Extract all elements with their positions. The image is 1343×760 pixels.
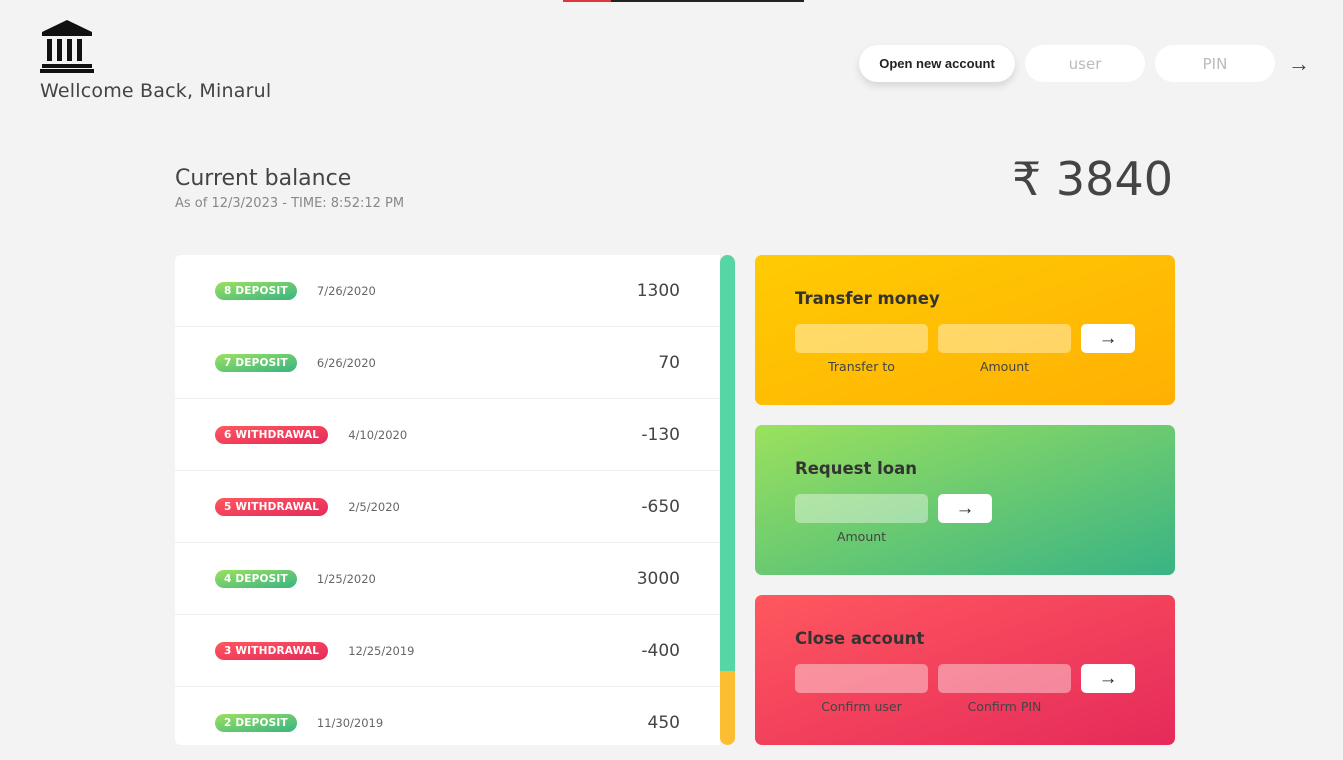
movement-row: 2 DEPOSIT 11/30/2019 450 bbox=[175, 687, 720, 745]
movement-date: 1/25/2020 bbox=[316, 571, 376, 586]
movement-row: 5 WITHDRAWAL 2/5/2020 -650 bbox=[175, 471, 720, 543]
balance-label: Current balance bbox=[175, 166, 352, 191]
movement-type-badge: 8 DEPOSIT bbox=[215, 281, 297, 300]
login-button[interactable]: → bbox=[1285, 51, 1313, 77]
transfer-to-label: Transfer to bbox=[828, 359, 895, 374]
loan-form: → Amount bbox=[795, 494, 1135, 544]
movement-type-badge: 7 DEPOSIT bbox=[215, 353, 297, 372]
movements-list[interactable]: 8 DEPOSIT 7/26/2020 1300 7 DEPOSIT 6/26/2020… bbox=[175, 255, 720, 745]
movement-value: 70 bbox=[658, 352, 680, 373]
top-strip-track bbox=[611, 0, 804, 2]
movement-value: 3000 bbox=[636, 568, 680, 589]
close-pin-input[interactable] bbox=[938, 664, 1071, 693]
movement-date: 6/26/2020 bbox=[316, 355, 376, 370]
movement-value: -130 bbox=[641, 424, 680, 445]
movement-date: 2/5/2020 bbox=[348, 499, 400, 514]
close-user-input[interactable] bbox=[795, 664, 928, 693]
movement-row: 8 DEPOSIT 7/26/2020 1300 bbox=[175, 255, 720, 327]
login-bar: Open new account → bbox=[859, 45, 1313, 82]
close-submit-button[interactable]: → bbox=[1081, 664, 1135, 693]
bank-app: Wellcome Back, Minarul Open new account … bbox=[0, 0, 1343, 760]
bank-icon bbox=[40, 20, 94, 73]
user-input[interactable] bbox=[1025, 45, 1145, 82]
movement-date: 12/25/2019 bbox=[348, 643, 415, 658]
close-account-panel: Close account → Confirm user Confirm PIN bbox=[755, 595, 1175, 745]
loan-amount-label: Amount bbox=[836, 529, 887, 544]
close-pin-label: Confirm PIN bbox=[967, 699, 1042, 714]
movement-type-badge: 2 DEPOSIT bbox=[215, 713, 297, 732]
balance-date: As of 12/3/2023 - TIME: 8:52:12 PM bbox=[175, 196, 405, 211]
movement-type-badge: 6 WITHDRAWAL bbox=[215, 425, 329, 444]
close-title: Close account bbox=[795, 629, 925, 648]
loan-amount-input[interactable] bbox=[795, 494, 928, 523]
movement-row: 6 WITHDRAWAL 4/10/2020 -130 bbox=[175, 399, 720, 471]
movement-row: 3 WITHDRAWAL 12/25/2019 -400 bbox=[175, 615, 720, 687]
close-form: → Confirm user Confirm PIN bbox=[795, 664, 1135, 714]
movement-value: 1300 bbox=[636, 280, 680, 301]
scrollbar-thumb[interactable] bbox=[720, 255, 735, 671]
loan-title: Request loan bbox=[795, 459, 917, 478]
pin-input[interactable] bbox=[1155, 45, 1275, 82]
transfer-form: → Transfer to Amount bbox=[795, 324, 1135, 374]
loan-panel: Request loan → Amount bbox=[755, 425, 1175, 575]
transfer-amount-input[interactable] bbox=[938, 324, 1071, 353]
balance-value: ₹ 3840 bbox=[1012, 152, 1173, 206]
movement-type-badge: 5 WITHDRAWAL bbox=[215, 497, 329, 516]
transfer-title: Transfer money bbox=[795, 289, 940, 308]
close-user-label: Confirm user bbox=[821, 699, 902, 714]
movement-date: 7/26/2020 bbox=[316, 283, 376, 298]
loan-submit-button[interactable]: → bbox=[938, 494, 992, 523]
movement-type-badge: 3 WITHDRAWAL bbox=[215, 641, 329, 660]
movements-scrollbar[interactable] bbox=[720, 255, 735, 745]
movement-type-badge: 4 DEPOSIT bbox=[215, 569, 297, 588]
transfer-submit-button[interactable]: → bbox=[1081, 324, 1135, 353]
transfer-amount-label: Amount bbox=[979, 359, 1030, 374]
transfer-panel: Transfer money → Transfer to Amount bbox=[755, 255, 1175, 405]
movement-date: 11/30/2019 bbox=[316, 715, 384, 730]
movement-row: 4 DEPOSIT 1/25/2020 3000 bbox=[175, 543, 720, 615]
welcome-message: Wellcome Back, Minarul bbox=[40, 80, 272, 102]
top-progress-strip bbox=[563, 0, 804, 2]
movement-value: -650 bbox=[641, 496, 680, 517]
movement-row: 7 DEPOSIT 6/26/2020 70 bbox=[175, 327, 720, 399]
movement-value: -400 bbox=[641, 640, 680, 661]
open-account-button[interactable]: Open new account bbox=[859, 45, 1015, 82]
movement-date: 4/10/2020 bbox=[348, 427, 408, 442]
top-strip-accent bbox=[563, 0, 611, 2]
transfer-to-input[interactable] bbox=[795, 324, 928, 353]
movement-value: 450 bbox=[647, 712, 680, 733]
